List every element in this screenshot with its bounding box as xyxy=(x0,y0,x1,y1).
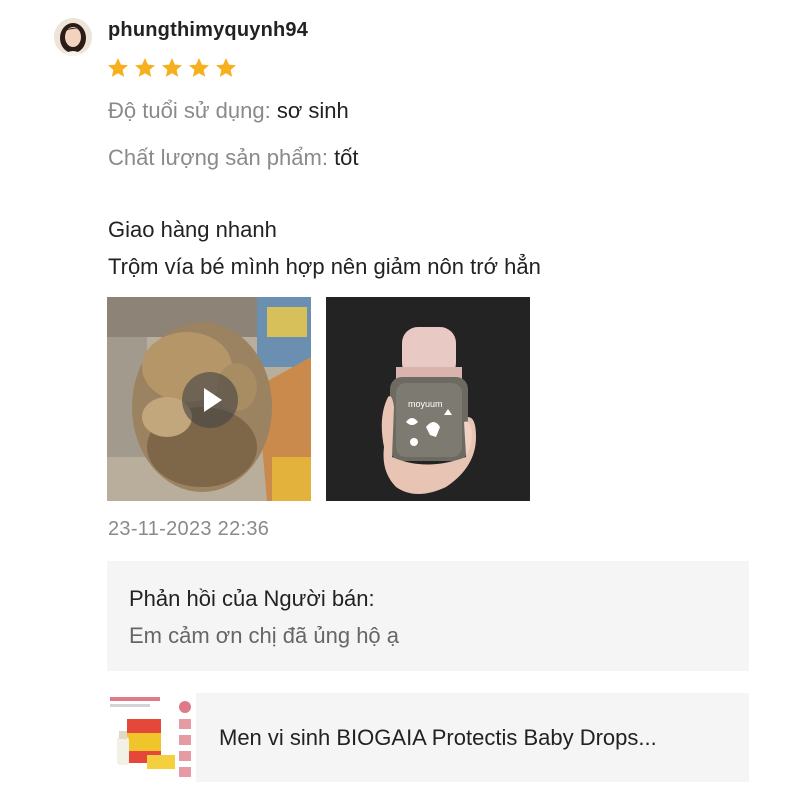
attribute-age: Độ tuổi sử dụng: sơ sinh xyxy=(108,98,349,124)
product-name[interactable]: Men vi sinh BIOGAIA Protectis Baby Drops… xyxy=(219,725,734,751)
star-icon xyxy=(108,58,128,77)
rating-stars xyxy=(106,56,238,80)
svg-text:moyuum: moyuum xyxy=(408,399,443,409)
review-comment-line: Giao hàng nhanh xyxy=(108,217,277,242)
seller-reply-title: Phản hồi của Người bán: xyxy=(129,586,375,611)
user-avatar[interactable] xyxy=(54,18,92,56)
review-photo-thumbnail[interactable]: moyuum xyxy=(326,297,530,501)
username[interactable]: phungthimyquynh94 xyxy=(108,19,308,42)
product-card[interactable]: Men vi sinh BIOGAIA Protectis Baby Drops… xyxy=(107,693,749,782)
attribute-value: sơ sinh xyxy=(276,98,349,123)
product-thumbnail[interactable] xyxy=(107,693,196,782)
review-comment-line: Trộm vía bé mình hợp nên giảm nôn trớ hẳ… xyxy=(108,254,541,279)
seller-reply-text: Em cảm ơn chị đã ủng hộ ạ xyxy=(129,623,400,648)
review-timestamp: 23-11-2023 22:36 xyxy=(108,518,270,540)
review-video-thumbnail[interactable] xyxy=(107,297,311,501)
star-icon xyxy=(162,58,182,77)
star-icon xyxy=(216,58,236,77)
attribute-value: tốt xyxy=(334,145,359,170)
play-icon xyxy=(204,388,222,412)
attribute-key: Độ tuổi sử dụng: xyxy=(108,98,271,123)
seller-reply-box: Phản hồi của Người bán: Em cảm ơn chị đã… xyxy=(107,561,749,671)
attribute-key: Chất lượng sản phẩm: xyxy=(108,145,328,170)
play-button[interactable] xyxy=(182,372,238,428)
attribute-quality: Chất lượng sản phẩm: tốt xyxy=(108,145,359,171)
star-icon xyxy=(189,58,209,77)
star-icon xyxy=(135,58,155,77)
